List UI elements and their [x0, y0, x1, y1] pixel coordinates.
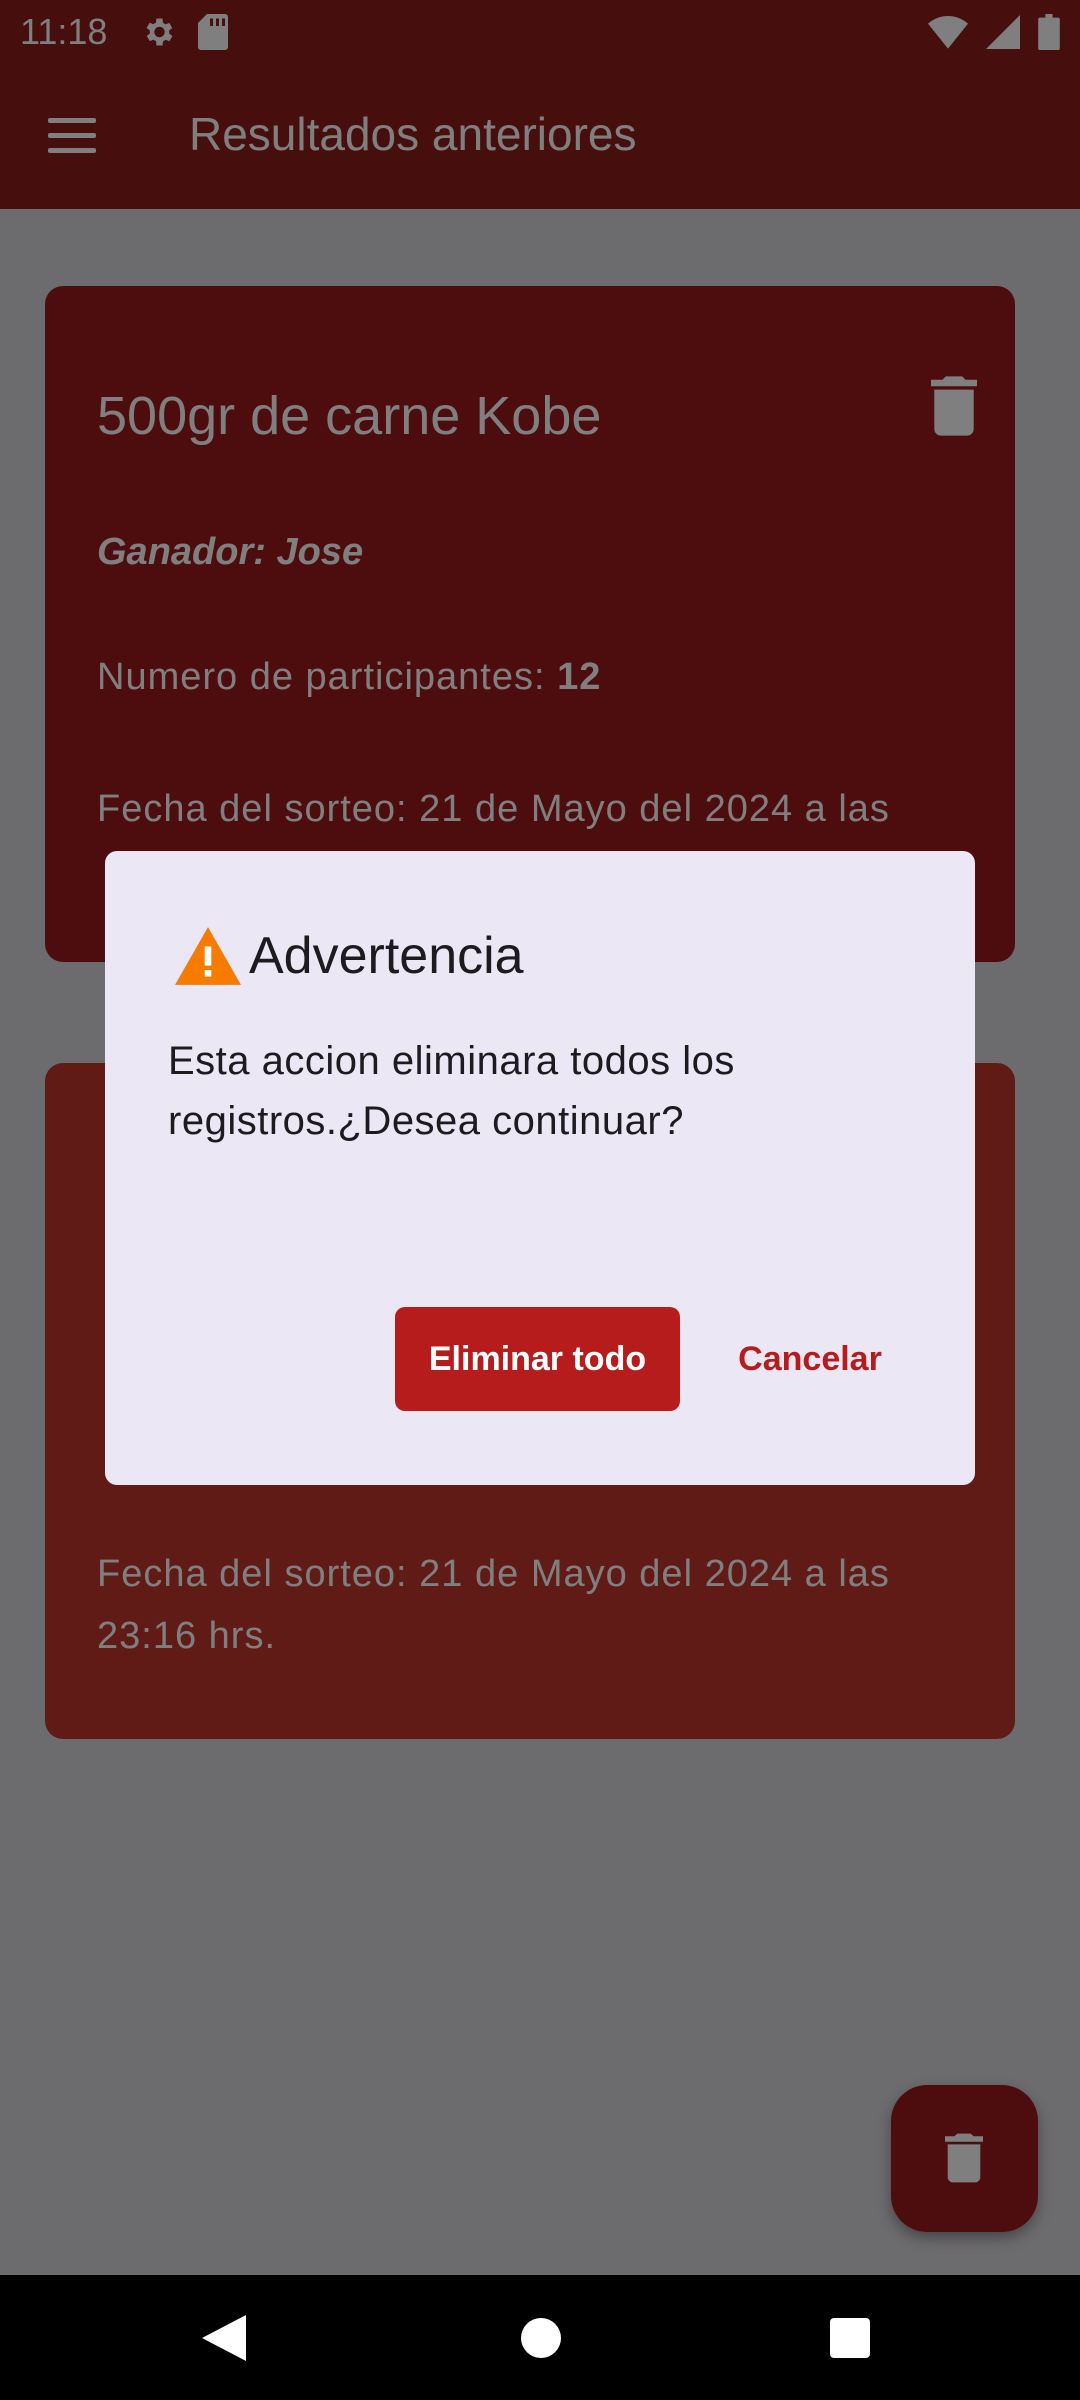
cancel-button[interactable]: Cancelar — [705, 1307, 915, 1411]
navigation-bar — [0, 2275, 1080, 2400]
dialog-title: Advertencia — [249, 927, 524, 985]
dialog-message: Esta accion eliminara todos los registro… — [168, 1039, 735, 1143]
home-icon[interactable] — [521, 2318, 561, 2358]
warning-icon — [175, 927, 241, 985]
back-icon[interactable] — [202, 2315, 246, 2361]
recents-icon[interactable] — [830, 2318, 870, 2358]
delete-all-button[interactable]: Eliminar todo — [395, 1307, 680, 1411]
warning-dialog: Advertencia Esta accion eliminara todos … — [105, 851, 975, 1485]
